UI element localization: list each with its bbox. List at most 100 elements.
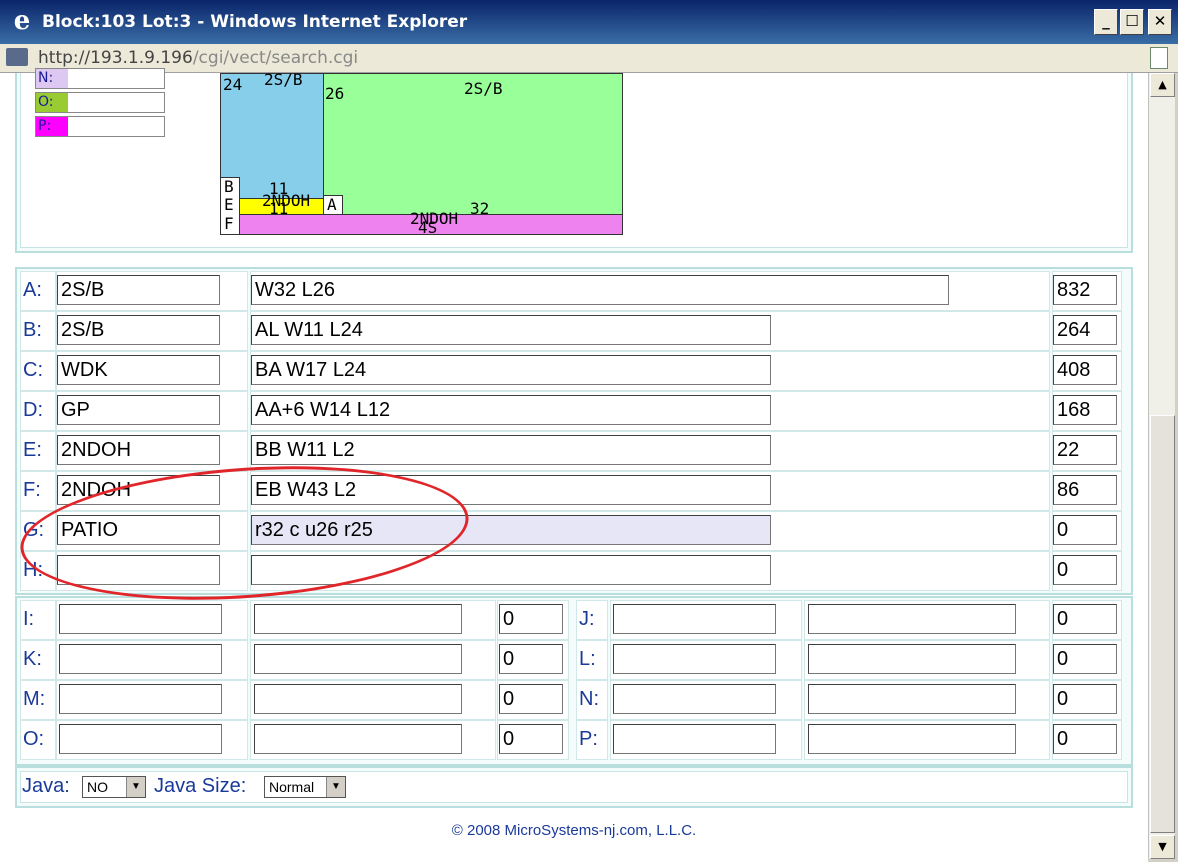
area-description-input[interactable]: AA+6 W14 L12 bbox=[251, 395, 771, 425]
address-bar: http://193.1.9.196/cgi/vect/search.cgi bbox=[0, 44, 1178, 73]
lot-sketch: 24 2S/B 26 2S/B B E F A 11 11 2NDOH 2NDO… bbox=[220, 70, 623, 237]
area-size-input[interactable]: 264 bbox=[1053, 315, 1117, 345]
area-description-input[interactable]: BA W17 L24 bbox=[251, 355, 771, 385]
area-type-input[interactable] bbox=[57, 555, 220, 585]
area-description-input[interactable]: EB W43 L2 bbox=[251, 475, 771, 505]
area-description-input[interactable]: r32 c u26 r25 bbox=[251, 515, 771, 545]
java-size-select-value: Normal bbox=[269, 779, 315, 795]
row-label: B: bbox=[23, 319, 42, 341]
legend-n[interactable]: N: bbox=[35, 68, 165, 89]
sketch-label-4s: 4S bbox=[418, 218, 438, 237]
maximize-button[interactable]: ☐ bbox=[1120, 9, 1144, 35]
area-size-input[interactable]: 168 bbox=[1053, 395, 1117, 425]
grid-size-input[interactable]: 0 bbox=[499, 684, 563, 714]
area-size-input[interactable]: 832 bbox=[1053, 275, 1117, 305]
legend-o[interactable]: O: bbox=[35, 92, 165, 113]
page-icon[interactable] bbox=[1150, 47, 1168, 69]
area-type-input[interactable]: 2NDOH bbox=[57, 435, 220, 465]
grid-size-input[interactable]: 0 bbox=[1053, 684, 1117, 714]
grid-size-input[interactable]: 0 bbox=[1053, 644, 1117, 674]
row-label: F: bbox=[23, 479, 41, 501]
area-size-input[interactable]: 86 bbox=[1053, 475, 1117, 505]
grid-size-input[interactable]: 0 bbox=[499, 644, 563, 674]
grid-size-input[interactable]: 0 bbox=[1053, 604, 1117, 634]
area-size-input[interactable]: 0 bbox=[1053, 555, 1117, 585]
legend-p-label: P: bbox=[36, 117, 68, 136]
chevron-down-icon: ▼ bbox=[326, 777, 345, 797]
computer-icon bbox=[6, 48, 28, 66]
grid-type-input[interactable] bbox=[613, 684, 776, 714]
area-type-input[interactable]: 2NDOH bbox=[57, 475, 220, 505]
grid-label-left: M: bbox=[23, 688, 46, 710]
grid-label-right: N: bbox=[579, 688, 599, 710]
area-type-input[interactable]: 2S/B bbox=[57, 315, 220, 345]
address-url[interactable]: http://193.1.9.196/cgi/vect/search.cgi bbox=[38, 48, 358, 68]
legend-p[interactable]: P: bbox=[35, 116, 165, 137]
grid-type-input[interactable] bbox=[613, 604, 776, 634]
legend-o-label: O: bbox=[36, 93, 68, 112]
grid-description-input[interactable] bbox=[254, 684, 462, 714]
area-size-input[interactable]: 408 bbox=[1053, 355, 1117, 385]
grid-label-right: L: bbox=[579, 648, 596, 670]
grid-description-input[interactable] bbox=[808, 684, 1016, 714]
grid-size-input[interactable]: 0 bbox=[499, 604, 563, 634]
java-size-select[interactable]: Normal ▼ bbox=[264, 776, 346, 798]
area-type-input[interactable]: 2S/B bbox=[57, 275, 220, 305]
scroll-up-icon[interactable]: ▲ bbox=[1150, 73, 1175, 97]
grid-description-input[interactable] bbox=[808, 644, 1016, 674]
sketch-label-24: 24 bbox=[223, 75, 243, 94]
area-type-input[interactable]: PATIO bbox=[57, 515, 220, 545]
grid-label-left: K: bbox=[23, 648, 42, 670]
grid-type-input[interactable] bbox=[59, 644, 222, 674]
url-path: /cgi/vect/search.cgi bbox=[192, 48, 359, 68]
area-size-input[interactable]: 22 bbox=[1053, 435, 1117, 465]
grid-type-input[interactable] bbox=[613, 644, 776, 674]
area-description-input[interactable] bbox=[251, 555, 771, 585]
row-label: G: bbox=[23, 519, 45, 541]
java-size-label: Java Size: bbox=[154, 775, 247, 797]
java-select[interactable]: NO ▼ bbox=[82, 776, 146, 798]
minimize-button[interactable]: _ bbox=[1094, 9, 1118, 35]
copyright-footer: © 2008 MicroSystems-nj.com, L.L.C. bbox=[451, 822, 697, 839]
sketch-label-b: B bbox=[224, 177, 234, 196]
area-description-input[interactable]: BB W11 L2 bbox=[251, 435, 771, 465]
vertical-scrollbar[interactable]: ▲ ▼ bbox=[1148, 73, 1175, 859]
window-title: Block:103 Lot:3 - Windows Internet Explo… bbox=[42, 12, 468, 32]
scroll-thumb[interactable] bbox=[1150, 415, 1175, 833]
grid-description-input[interactable] bbox=[254, 604, 462, 634]
sketch-label-e: E bbox=[224, 195, 234, 214]
grid-type-input[interactable] bbox=[59, 684, 222, 714]
row-label: E: bbox=[23, 439, 42, 461]
area-size-input[interactable]: 0 bbox=[1053, 515, 1117, 545]
url-host: http://193.1.9.196 bbox=[38, 48, 193, 68]
row-label: A: bbox=[23, 279, 42, 301]
sketch-label-f: F bbox=[224, 214, 234, 233]
sketch-label-2sb-main: 2S/B bbox=[464, 79, 503, 98]
window-title-bar: e Block:103 Lot:3 - Windows Internet Exp… bbox=[0, 0, 1178, 44]
sketch-label-2ndoh-e: 2NDOH bbox=[262, 191, 311, 210]
grid-label-right: J: bbox=[579, 608, 595, 630]
grid-label-right: P: bbox=[579, 728, 598, 750]
internet-explorer-icon: e bbox=[13, 6, 31, 36]
scroll-down-icon[interactable]: ▼ bbox=[1150, 835, 1175, 859]
grid-type-input[interactable] bbox=[59, 604, 222, 634]
grid-size-input[interactable]: 0 bbox=[1053, 724, 1117, 754]
area-description-input[interactable]: W32 L26 bbox=[251, 275, 949, 305]
java-select-value: NO bbox=[87, 779, 108, 795]
close-button[interactable]: ✕ bbox=[1148, 9, 1172, 35]
grid-description-input[interactable] bbox=[254, 724, 462, 754]
grid-description-input[interactable] bbox=[254, 644, 462, 674]
area-type-input[interactable]: WDK bbox=[57, 355, 220, 385]
grid-label-left: I: bbox=[23, 608, 35, 630]
area-description-input[interactable]: AL W11 L24 bbox=[251, 315, 771, 345]
grid-description-input[interactable] bbox=[808, 724, 1016, 754]
grid-size-input[interactable]: 0 bbox=[499, 724, 563, 754]
grid-description-input[interactable] bbox=[808, 604, 1016, 634]
area-type-input[interactable]: GP bbox=[57, 395, 220, 425]
row-label: C: bbox=[23, 359, 43, 381]
sketch-label-26: 26 bbox=[325, 84, 345, 103]
grid-type-input[interactable] bbox=[59, 724, 222, 754]
grid-type-input[interactable] bbox=[613, 724, 776, 754]
chevron-down-icon: ▼ bbox=[126, 777, 145, 797]
sketch-label-32: 32 bbox=[470, 199, 490, 218]
